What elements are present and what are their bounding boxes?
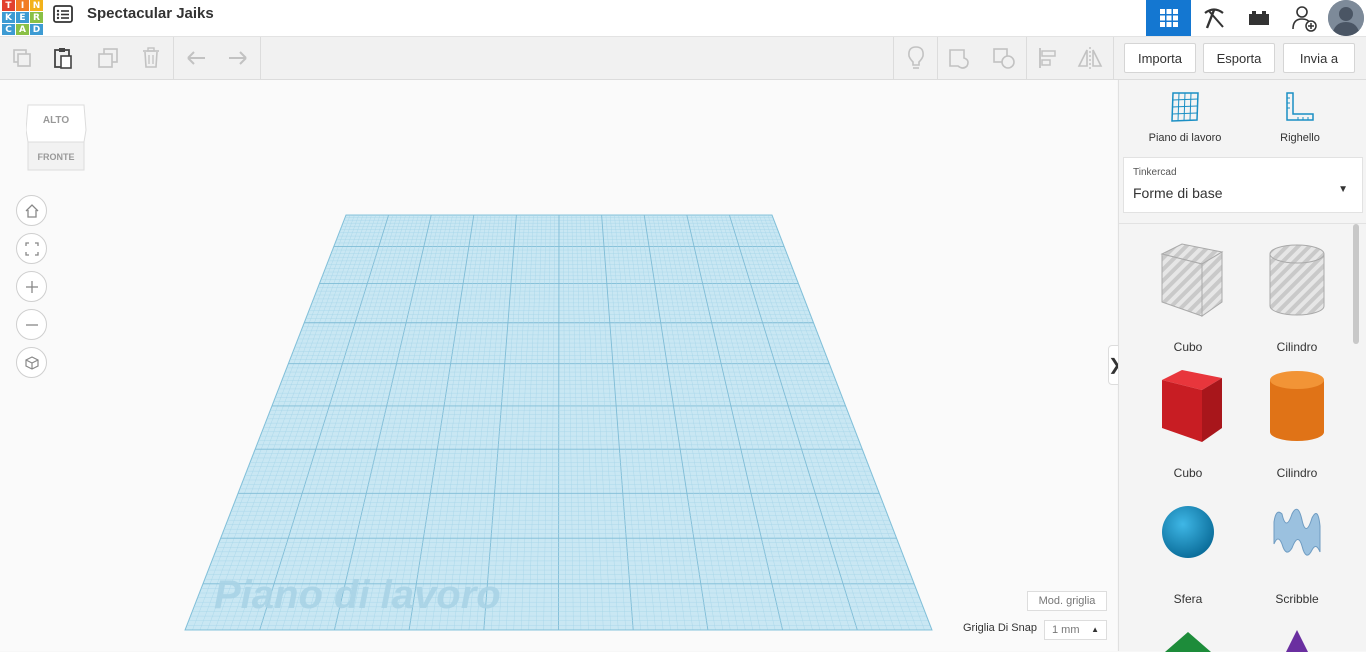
shape-roof-partial[interactable] (1143, 618, 1233, 652)
home-view-icon[interactable] (16, 195, 47, 226)
sphere-icon (1162, 506, 1214, 558)
shape-scribble[interactable]: Scribble (1252, 492, 1342, 612)
pickaxe-icon[interactable] (1191, 0, 1236, 36)
viewcube-front-label: FRONTE (38, 152, 75, 162)
shape-box[interactable]: Cubo (1143, 366, 1233, 486)
snap-grid-select[interactable]: 1 mm ▲ (1044, 620, 1107, 640)
logo-letter: I (16, 0, 29, 11)
align-icon[interactable] (1026, 37, 1069, 79)
shapes-panel: Piano di lavoro Righello Tinkercad Forme… (1118, 80, 1366, 652)
top-right-tools (1146, 0, 1366, 36)
workplane[interactable]: Piano di lavoro (0, 80, 1117, 651)
zoom-in-icon[interactable] (16, 271, 47, 302)
workplane-tool-label: Piano di lavoro (1148, 132, 1222, 144)
undo-icon[interactable] (174, 37, 217, 79)
shape-hole-cylinder[interactable]: Cilindro (1252, 240, 1342, 360)
3d-view-icon[interactable] (1146, 0, 1191, 36)
logo-letter: D (30, 24, 43, 35)
document-title[interactable]: Spectacular Jaiks (87, 5, 214, 22)
toolbar-divider (1113, 37, 1114, 79)
view-cube[interactable]: ALTO FRONTE (26, 102, 88, 174)
avatar[interactable] (1326, 0, 1366, 36)
shape-name: Sfera (1173, 592, 1203, 606)
shape-library-select[interactable]: Tinkercad Forme di base ▼ (1123, 157, 1363, 213)
shape-name: Cubo (1173, 466, 1203, 480)
panel-tools: Piano di lavoro Righello (1119, 80, 1366, 152)
zoom-out-icon[interactable] (16, 309, 47, 340)
light-bulb-icon[interactable] (894, 37, 937, 79)
shape-pyramid-partial[interactable] (1252, 618, 1342, 652)
shape-name: Cilindro (1276, 340, 1318, 354)
list-menu-icon[interactable] (52, 4, 74, 24)
3d-viewport[interactable]: Piano di lavoro ALTO FRONTE ❯ Mod. grigl… (0, 80, 1122, 651)
toolbar-divider (260, 37, 261, 79)
ruler-icon (1286, 92, 1314, 121)
workplane-grid-icon (1171, 92, 1199, 122)
workplane-tool[interactable]: Piano di lavoro (1147, 90, 1223, 144)
add-user-icon[interactable] (1281, 0, 1326, 36)
box-icon (1162, 370, 1222, 442)
brick-icon[interactable] (1236, 0, 1281, 36)
workplane-label: Piano di lavoro (214, 573, 501, 617)
library-name: Forme di base (1133, 185, 1223, 201)
tinkercad-logo[interactable]: TIN KER CAD (0, 0, 43, 35)
caret-up-icon: ▲ (1091, 625, 1099, 634)
ungroup-icon[interactable] (982, 37, 1025, 79)
top-bar: TIN KER CAD Spectacular Jaiks (0, 0, 1366, 37)
shape-cylinder[interactable]: Cilindro (1252, 366, 1342, 486)
delete-icon[interactable] (129, 37, 172, 79)
logo-letter: E (16, 12, 29, 23)
paste-icon[interactable] (41, 37, 84, 79)
fit-view-icon[interactable] (16, 233, 47, 264)
group-icon[interactable] (938, 37, 981, 79)
logo-letter: K (2, 12, 15, 23)
redo-icon[interactable] (216, 37, 259, 79)
shape-name: Cilindro (1276, 466, 1318, 480)
grid-line (558, 215, 560, 630)
perspective-icon[interactable] (16, 347, 47, 378)
panel-scrollbar[interactable] (1353, 224, 1359, 344)
logo-letter: T (2, 0, 15, 11)
copy-icon[interactable] (0, 37, 43, 79)
shape-name: Scribble (1275, 592, 1319, 606)
shape-hole-box[interactable]: Cubo (1143, 240, 1233, 360)
hole-cylinder-icon (1269, 244, 1325, 316)
scribble-icon (1273, 508, 1321, 556)
export-button[interactable]: Esporta (1203, 43, 1275, 73)
library-provider: Tinkercad (1133, 167, 1177, 178)
shapes-grid: Cubo Cilindro Cubo Cilindro Sfera Scribb… (1119, 223, 1366, 652)
shape-name: Cubo (1173, 340, 1203, 354)
logo-letter: C (2, 24, 15, 35)
snap-grid-label: Griglia Di Snap (963, 622, 1037, 634)
logo-letter: N (30, 0, 43, 11)
logo-letter: R (30, 12, 43, 23)
viewcube-top-label: ALTO (43, 115, 70, 126)
edit-toolbar: Importa Esporta Invia a (0, 37, 1366, 80)
pyramid-icon (1286, 630, 1308, 652)
ruler-tool[interactable]: Righello (1265, 90, 1335, 144)
roof-icon (1165, 632, 1211, 652)
send-to-button[interactable]: Invia a (1283, 43, 1355, 73)
snap-grid-value: 1 mm (1052, 624, 1080, 636)
duplicate-icon[interactable] (86, 37, 129, 79)
hole-box-icon (1160, 243, 1224, 317)
logo-letter: A (16, 24, 29, 35)
ruler-tool-label: Righello (1280, 132, 1320, 144)
cylinder-icon (1270, 371, 1324, 441)
grid-mode-button[interactable]: Mod. griglia (1027, 591, 1107, 611)
dropdown-caret-icon: ▼ (1338, 184, 1348, 195)
shape-sphere[interactable]: Sfera (1143, 492, 1233, 612)
import-button[interactable]: Importa (1124, 43, 1196, 73)
mirror-icon[interactable] (1068, 37, 1111, 79)
